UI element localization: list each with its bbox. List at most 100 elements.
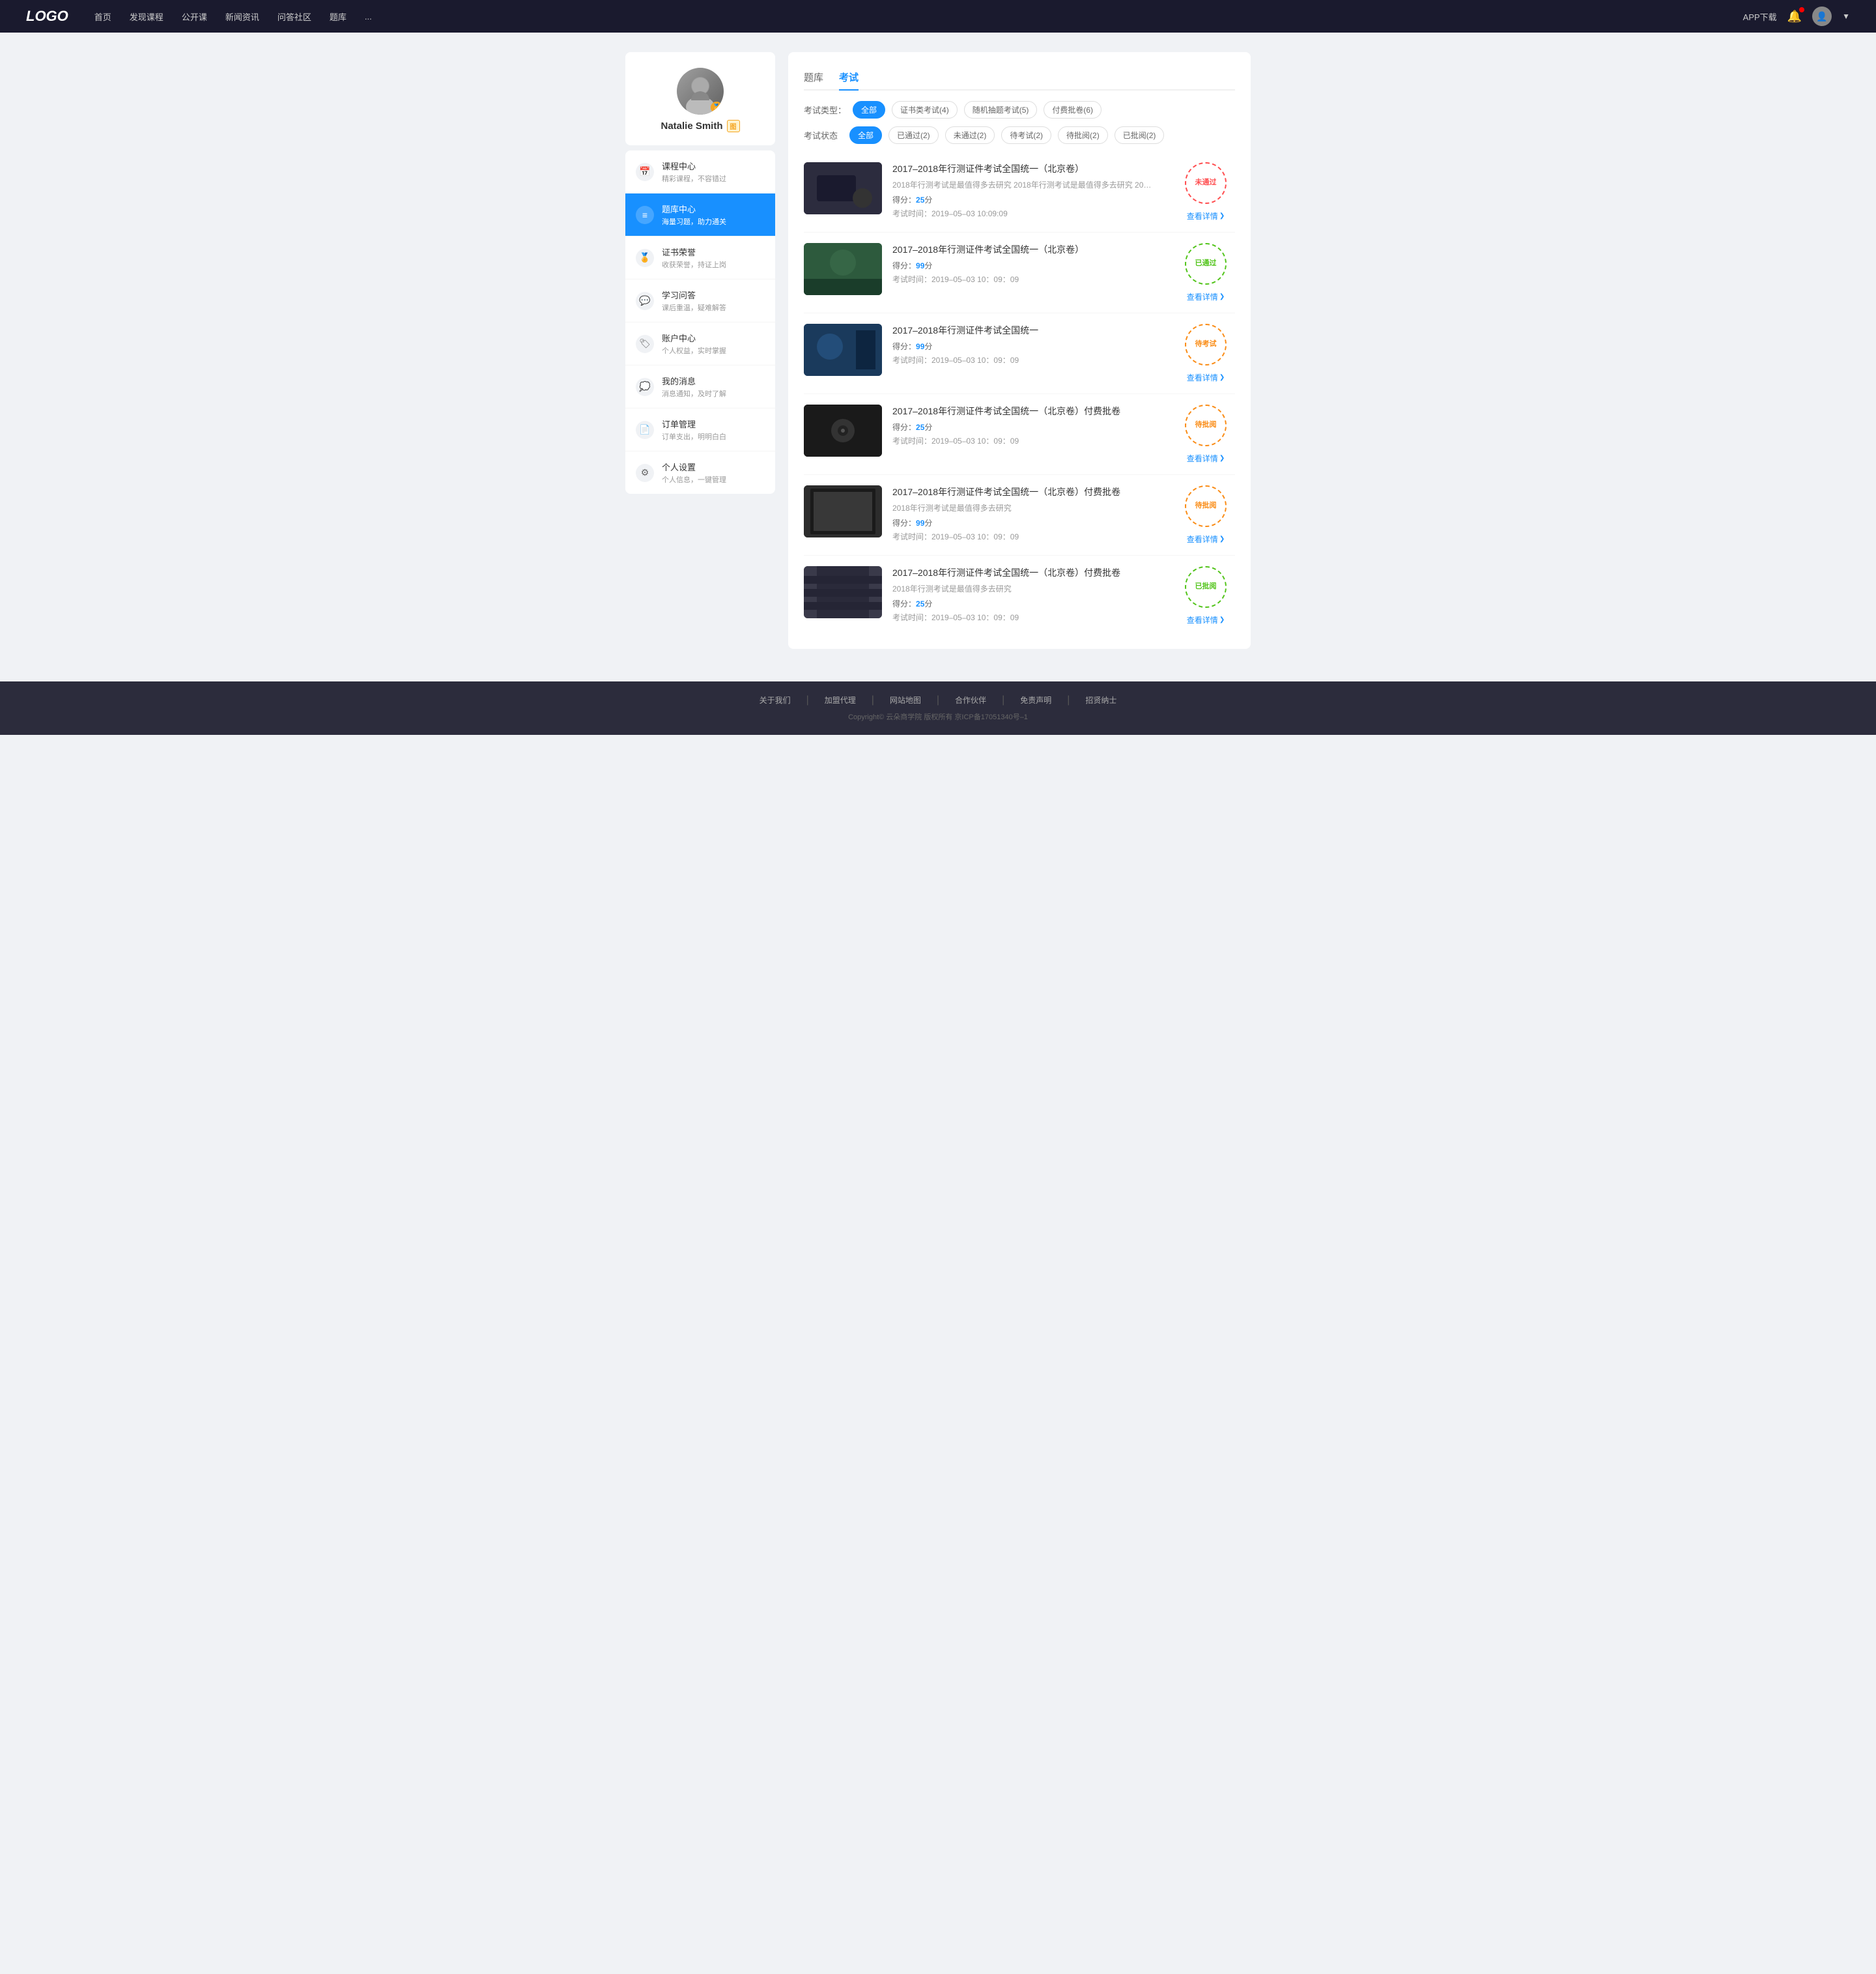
type-filter-btn[interactable]: 付费批卷(6) <box>1044 101 1101 119</box>
nav-item-nav-qa[interactable]: 问答社区 <box>277 10 311 23</box>
exam-action: 已通过 查看详情 <box>1176 243 1235 302</box>
exam-detail-link[interactable]: 查看详情 <box>1187 453 1225 464</box>
exam-detail-link[interactable]: 查看详情 <box>1187 614 1225 625</box>
menu-title-messages: 我的消息 <box>662 375 765 387</box>
exam-score: 得分：25分 <box>892 194 1166 205</box>
sidebar-item-course-center[interactable]: 📅 课程中心 精彩课程，不容错过 <box>625 150 775 193</box>
exam-action: 待批阅 查看详情 <box>1176 405 1235 464</box>
exam-detail-link[interactable]: 查看详情 <box>1187 210 1225 222</box>
exam-info: 2017–2018年行测证件考试全国统一（北京卷） 2018年行测考试是最值得多… <box>892 162 1166 219</box>
notification-bell[interactable]: 🔔 <box>1787 10 1802 23</box>
nav-item-nav-more[interactable]: ... <box>365 12 372 21</box>
avatar[interactable]: 👤 <box>1812 7 1832 26</box>
exam-status-stamp: 已通过 <box>1185 243 1227 285</box>
footer-link[interactable]: 关于我们 <box>760 694 791 706</box>
menu-icon-account: 🏷 <box>636 335 654 353</box>
menu-icon-settings: ⚙ <box>636 464 654 482</box>
exam-desc: 2018年行测考试是最值得多去研究 <box>892 583 1153 594</box>
exam-detail-link[interactable]: 查看详情 <box>1187 291 1225 302</box>
exam-thumbnail <box>804 485 882 537</box>
exam-thumbnail <box>804 162 882 214</box>
menu-title-account: 账户中心 <box>662 332 765 344</box>
exam-detail-link[interactable]: 查看详情 <box>1187 534 1225 545</box>
sidebar-menu: 📅 课程中心 精彩课程，不容错过 ≡ 题库中心 海量习题，助力通关 🏅 证书荣誉… <box>625 150 775 494</box>
exam-status-stamp: 已批阅 <box>1185 566 1227 608</box>
menu-title-question-bank: 题库中心 <box>662 203 765 215</box>
nav-item-nav-news[interactable]: 新闻资讯 <box>225 10 259 23</box>
main-nav: 首页 发现课程 公开课 新闻资讯 问答社区 题库... <box>94 10 1743 23</box>
footer-divider: | <box>1002 694 1004 706</box>
exam-time: 考试时间：2019–05–03 10：09：09 <box>892 531 1166 542</box>
exam-title: 2017–2018年行测证件考试全国统一（北京卷） <box>892 243 1166 256</box>
exam-score: 得分：99分 <box>892 260 1166 271</box>
sidebar-item-messages[interactable]: 💭 我的消息 消息通知，及时了解 <box>625 365 775 408</box>
logo[interactable]: LOGO <box>26 8 68 25</box>
nav-item-nav-discover[interactable]: 发现课程 <box>130 10 163 23</box>
exam-title: 2017–2018年行测证件考试全国统一（北京卷） <box>892 162 1166 175</box>
nav-item-nav-opencourse[interactable]: 公开课 <box>182 10 207 23</box>
sidebar-item-settings[interactable]: ⚙ 个人设置 个人信息，一键管理 <box>625 451 775 494</box>
exam-status-stamp: 待考试 <box>1185 324 1227 365</box>
exam-score: 得分：25分 <box>892 422 1166 433</box>
exam-title: 2017–2018年行测证件考试全国统一（北京卷）付费批卷 <box>892 485 1166 498</box>
status-filter-btn[interactable]: 待批阅(2) <box>1058 126 1108 144</box>
menu-title-certificate: 证书荣誉 <box>662 246 765 258</box>
sidebar-item-orders[interactable]: 📄 订单管理 订单支出，明明白白 <box>625 408 775 451</box>
footer-link[interactable]: 加盟代理 <box>825 694 856 706</box>
type-filter-btn[interactable]: 全部 <box>853 101 885 119</box>
exam-thumbnail <box>804 324 882 376</box>
app-download-link[interactable]: APP下载 <box>1743 10 1777 23</box>
menu-icon-qa: 💬 <box>636 292 654 310</box>
footer-link[interactable]: 合作伙伴 <box>955 694 986 706</box>
status-filter-btn[interactable]: 未通过(2) <box>945 126 995 144</box>
menu-sub-settings: 个人信息，一键管理 <box>662 474 765 485</box>
status-filter-btn[interactable]: 已批阅(2) <box>1115 126 1165 144</box>
footer-link[interactable]: 招贤纳士 <box>1085 694 1116 706</box>
status-filter-btn[interactable]: 已通过(2) <box>888 126 939 144</box>
nav-item-nav-questionbank[interactable]: 题库 <box>330 10 347 23</box>
status-filter-btn[interactable]: 全部 <box>849 126 882 144</box>
sidebar-item-certificate[interactable]: 🏅 证书荣誉 收获荣誉，持证上岗 <box>625 236 775 279</box>
type-filter-row: 考试类型： 全部证书类考试(4) 随机抽题考试(5) 付费批卷(6) <box>804 101 1235 119</box>
menu-title-orders: 订单管理 <box>662 418 765 430</box>
exam-desc: 2018年行测考试是最值得多去研究 <box>892 502 1153 513</box>
exam-info: 2017–2018年行测证件考试全国统一（北京卷）付费批卷 得分：25分 考试时… <box>892 405 1166 446</box>
type-filter-btn[interactable]: 证书类考试(4) <box>892 101 958 119</box>
menu-icon-orders: 📄 <box>636 421 654 439</box>
footer-divider: | <box>1067 694 1070 706</box>
exam-item: 2017–2018年行测证件考试全国统一（北京卷）付费批卷 2018年行测考试是… <box>804 556 1235 636</box>
exam-item: 2017–2018年行测证件考试全国统一 得分：99分 考试时间：2019–05… <box>804 313 1235 394</box>
tab-exam[interactable]: 考试 <box>839 65 859 89</box>
status-filter-btn[interactable]: 待考试(2) <box>1001 126 1051 144</box>
header: LOGO 首页 发现课程 公开课 新闻资讯 问答社区 题库... APP下载 🔔 👤 ▼ <box>0 0 1876 33</box>
exam-detail-link[interactable]: 查看详情 <box>1187 372 1225 383</box>
nav-item-nav-home[interactable]: 首页 <box>94 10 111 23</box>
exam-score: 得分：25分 <box>892 598 1166 609</box>
footer-copyright: Copyright© 云朵商学院 版权所有 京ICP备17051340号–1 <box>0 711 1876 722</box>
main-container: 🏅 Natalie Smith 图 📅 课程中心 精彩课程，不容错过 ≡ 题库中… <box>612 33 1264 668</box>
sidebar-avatar: 🏅 <box>677 68 724 115</box>
user-dropdown-arrow[interactable]: ▼ <box>1842 12 1850 21</box>
footer-link[interactable]: 网站地图 <box>890 694 921 706</box>
exam-item: 2017–2018年行测证件考试全国统一（北京卷）付费批卷 得分：25分 考试时… <box>804 394 1235 475</box>
type-filter-label: 考试类型： <box>804 104 846 116</box>
type-filter-btn[interactable]: 随机抽题考试(5) <box>964 101 1038 119</box>
tab-bank[interactable]: 题库 <box>804 65 823 89</box>
exam-thumbnail <box>804 243 882 295</box>
exam-time: 考试时间：2019–05–03 10：09：09 <box>892 274 1166 285</box>
exam-item: 2017–2018年行测证件考试全国统一（北京卷）付费批卷 2018年行测考试是… <box>804 475 1235 556</box>
sidebar-item-question-bank[interactable]: ≡ 题库中心 海量习题，助力通关 <box>625 193 775 236</box>
exam-item: 2017–2018年行测证件考试全国统一（北京卷） 得分：99分 考试时间：20… <box>804 233 1235 313</box>
exam-status-stamp: 待批阅 <box>1185 485 1227 527</box>
menu-icon-messages: 💭 <box>636 378 654 396</box>
exam-time: 考试时间：2019–05–03 10：09：09 <box>892 612 1166 623</box>
sidebar-item-qa[interactable]: 💬 学习问答 课后重温，疑难解答 <box>625 279 775 322</box>
sidebar-username: Natalie Smith 图 <box>636 120 765 132</box>
menu-title-qa: 学习问答 <box>662 289 765 301</box>
footer-divider: | <box>806 694 809 706</box>
footer-link[interactable]: 免责声明 <box>1020 694 1051 706</box>
exam-action: 已批阅 查看详情 <box>1176 566 1235 625</box>
content-tabs: 题库考试 <box>804 65 1235 91</box>
exam-info: 2017–2018年行测证件考试全国统一（北京卷） 得分：99分 考试时间：20… <box>892 243 1166 285</box>
sidebar-item-account[interactable]: 🏷 账户中心 个人权益，实时掌握 <box>625 322 775 365</box>
